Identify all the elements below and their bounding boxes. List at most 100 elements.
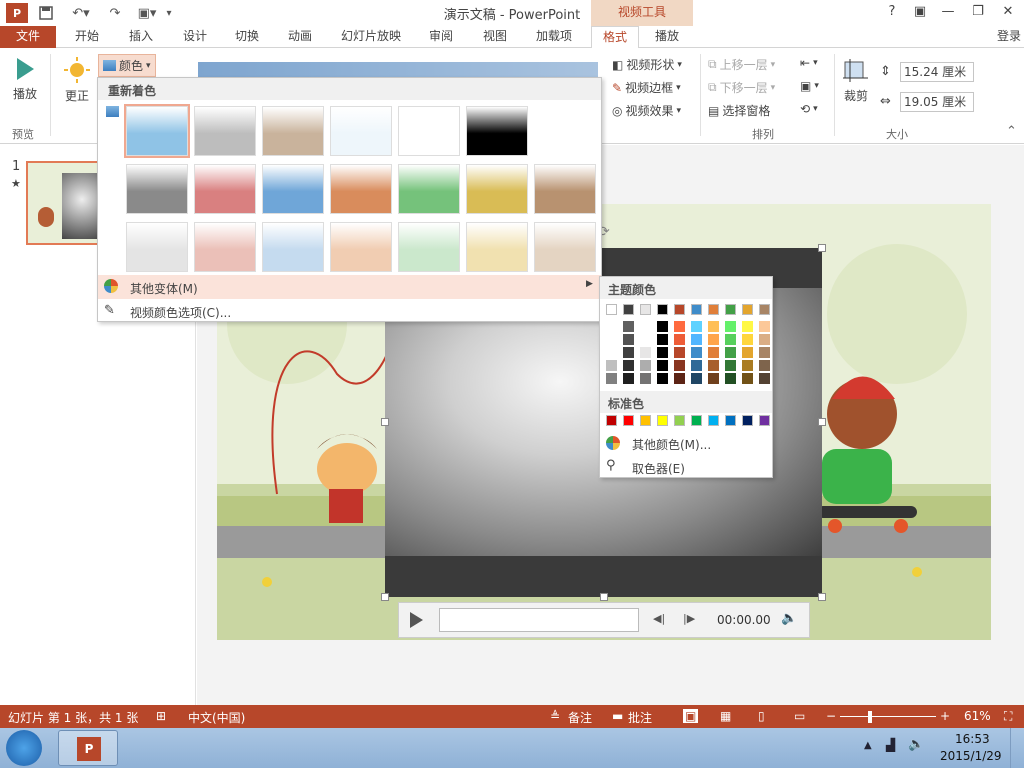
recolor-swatch[interactable] [194,222,256,272]
tab-view[interactable]: 视图 [472,26,518,48]
video-effects-button[interactable]: ◎ 视频效果 ▾ [612,102,681,119]
tray-expand-icon[interactable]: ▲ [864,740,872,751]
theme-color-swatch[interactable] [657,304,668,315]
taskbar-powerpoint[interactable]: P [58,730,118,766]
crop-button[interactable]: 裁剪 [842,58,870,104]
theme-color-shade[interactable] [691,321,702,332]
step-back-icon[interactable]: ◀| [653,612,665,625]
recolor-swatch[interactable] [262,106,324,156]
theme-color-shade[interactable] [623,321,634,332]
theme-color-shade[interactable] [674,373,685,384]
recolor-swatch[interactable] [466,106,528,156]
theme-color-shade[interactable] [657,347,668,358]
corrections-button[interactable]: 更正 [62,56,92,104]
clock-time[interactable]: 16:53 [955,732,990,746]
theme-color-swatch[interactable] [759,304,770,315]
help-button[interactable]: ? [878,2,906,22]
video-shape-button[interactable]: ◧ 视频形状 ▾ [612,56,682,73]
zoom-out-icon[interactable]: − [826,709,836,723]
notes-icon[interactable]: ≜ [550,709,560,723]
theme-color-shade[interactable] [725,321,736,332]
theme-color-swatch[interactable] [708,304,719,315]
recolor-swatch[interactable] [124,104,190,158]
volume-tray-icon[interactable]: 🔈 [908,737,924,752]
restore-button[interactable]: ❐ [964,2,992,22]
recolor-swatch[interactable] [330,164,392,214]
video-color-options-item[interactable]: ✎ 视频颜色选项(C)... [98,300,601,322]
theme-color-shade[interactable] [640,321,651,332]
theme-color-shade[interactable] [691,347,702,358]
theme-color-shade[interactable] [725,360,736,371]
width-input[interactable]: 19.05 厘米 [900,92,974,112]
standard-color-swatch[interactable] [623,415,634,426]
theme-color-swatch[interactable] [623,304,634,315]
tab-addins[interactable]: 加载项 [528,26,580,48]
theme-color-shade[interactable] [623,347,634,358]
theme-color-shade[interactable] [674,321,685,332]
recolor-swatch[interactable] [330,106,392,156]
selection-pane-button[interactable]: ▤ 选择窗格 [708,102,770,119]
theme-color-swatch[interactable] [725,304,736,315]
theme-color-shade[interactable] [640,373,651,384]
theme-color-shade[interactable] [742,360,753,371]
theme-color-shade[interactable] [708,321,719,332]
theme-color-shade[interactable] [674,360,685,371]
theme-color-shade[interactable] [623,360,634,371]
resize-handle[interactable] [381,593,389,601]
theme-color-shade[interactable] [759,321,770,332]
comments-icon[interactable]: ▬ [612,709,623,723]
eyedropper-item[interactable]: ⚲ 取色器(E) [600,456,772,478]
tab-animations[interactable]: 动画 [277,26,323,48]
start-button-icon[interactable] [6,730,42,766]
theme-color-shade[interactable] [708,347,719,358]
standard-color-swatch[interactable] [759,415,770,426]
slideshow-view-icon[interactable]: ▭ [794,709,805,723]
zoom-in-icon[interactable]: + [940,709,950,723]
rotate-button[interactable]: ⟲ ▾ [800,102,818,116]
theme-color-shade[interactable] [708,373,719,384]
group-button[interactable]: ▣ ▾ [800,79,819,93]
resize-handle[interactable] [381,418,389,426]
fit-to-window-icon[interactable]: ⛶ [1004,709,1012,724]
theme-color-shade[interactable] [674,347,685,358]
theme-color-shade[interactable] [691,334,702,345]
theme-color-shade[interactable] [640,347,651,358]
tab-file[interactable]: 文件 [0,26,56,48]
spellcheck-icon[interactable]: ⊞ [156,709,166,723]
volume-icon[interactable]: 🔈 [781,611,797,626]
tab-slideshow[interactable]: 幻灯片放映 [334,26,408,48]
theme-color-shade[interactable] [657,373,668,384]
zoom-level[interactable]: 61% [964,709,991,723]
send-backward-button[interactable]: ⧉ 下移一层 ▾ [708,79,775,96]
theme-color-shade[interactable] [691,360,702,371]
tab-playback[interactable]: 播放 [644,26,690,48]
notes-button[interactable]: 备注 [568,709,592,726]
align-button[interactable]: ⇤ ▾ [800,56,818,70]
show-desktop-button[interactable] [1010,728,1024,768]
recolor-swatch[interactable] [398,164,460,214]
theme-color-shade[interactable] [742,373,753,384]
theme-color-swatch[interactable] [674,304,685,315]
theme-color-shade[interactable] [640,360,651,371]
recolor-swatch[interactable] [534,222,596,272]
theme-color-shade[interactable] [606,360,617,371]
recolor-swatch[interactable] [262,164,324,214]
theme-color-shade[interactable] [606,334,617,345]
resize-handle[interactable] [818,593,826,601]
theme-color-shade[interactable] [708,334,719,345]
theme-color-shade[interactable] [623,373,634,384]
theme-color-shade[interactable] [640,334,651,345]
recolor-swatch[interactable] [126,164,188,214]
theme-color-shade[interactable] [742,334,753,345]
standard-color-swatch[interactable] [640,415,651,426]
bring-forward-button[interactable]: ⧉ 上移一层 ▾ [708,56,775,73]
theme-color-shade[interactable] [606,321,617,332]
resize-handle[interactable] [600,593,608,601]
theme-color-shade[interactable] [759,373,770,384]
theme-color-shade[interactable] [691,373,702,384]
ribbon-display-options-icon[interactable]: ▣ [906,2,934,22]
recolor-swatch[interactable] [398,106,460,156]
play-pause-button[interactable] [407,611,425,629]
theme-color-shade[interactable] [759,360,770,371]
theme-color-shade[interactable] [725,347,736,358]
